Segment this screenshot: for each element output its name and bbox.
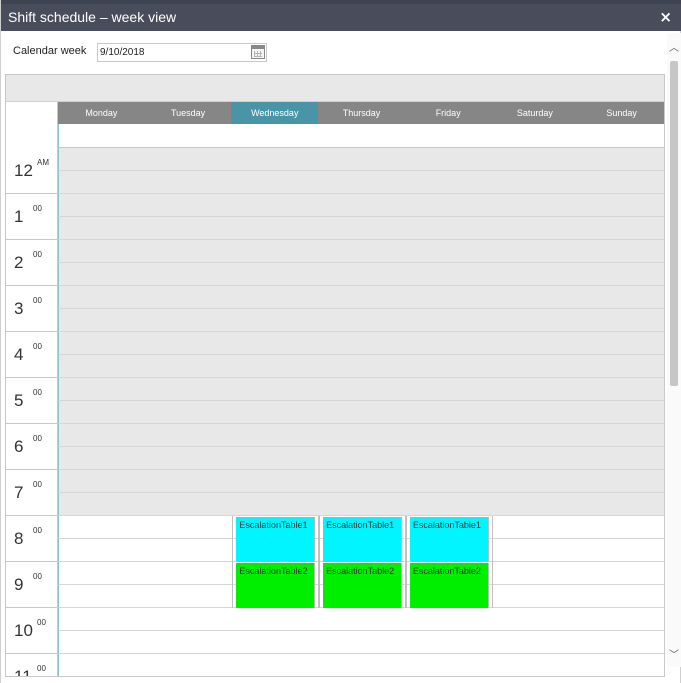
hour-label-cell: 1 00 [6,194,58,240]
hour-number: 9 [14,575,24,594]
hour-label-cell: 2 00 [6,240,58,286]
shift-event[interactable]: EscalationTable1 [323,517,402,562]
time-slot[interactable] [58,608,664,631]
time-slot[interactable] [58,424,664,447]
time-slot[interactable] [58,493,664,516]
shift-event[interactable]: EscalationTable2 [409,563,489,608]
hour-label-cell: 3 00 [6,286,58,332]
scrollbar-thumb[interactable] [670,61,678,386]
hour-suffix: 00 [33,204,42,213]
column-divider [232,516,234,608]
hour-suffix: 00 [33,480,42,489]
time-slot[interactable] [58,263,664,286]
time-slot[interactable] [58,654,664,676]
day-header-monday: Monday [85,108,118,118]
time-slot[interactable] [58,194,664,217]
day-header-sunday: Sunday [606,108,637,118]
day-header-thursday: Thursday [342,108,381,118]
hour-number: 5 [14,391,24,410]
day-header-friday: Friday [435,108,461,118]
time-slot[interactable] [58,447,664,470]
column-divider [491,516,493,608]
column-divider [405,516,407,608]
hour-suffix: 00 [33,388,42,397]
time-slot[interactable] [58,470,664,493]
hour-number: 8 [14,529,24,548]
vertical-scrollbar[interactable]: ︿ ﹀ [667,33,681,667]
hour-suffix: 00 [37,664,46,673]
hour-label-cell: 5 00 [6,378,58,424]
hour-suffix: 00 [33,526,42,535]
time-grid: 12 AM 1 00 2 00 3 00 4 00 5 00 6 00 7 00 8 00 9 00 10 00 11 00 E… [6,148,664,677]
hour-suffix: 00 [33,296,42,305]
hour-suffix: 00 [33,250,42,259]
hour-number: 4 [14,345,24,364]
shift-schedule-window: Shift schedule – week view × Calendar we… [0,0,681,683]
calendar-week-input[interactable]: 9/10/2018 [97,43,267,62]
hour-number: 10 [14,621,33,640]
day-header-saturday: Saturday [516,108,553,118]
hour-number: 12 [14,161,33,180]
hour-suffix: 00 [37,618,46,627]
time-slot[interactable] [58,171,664,194]
time-slot[interactable] [58,148,664,171]
hour-label-cell: 7 00 [6,470,58,516]
week-calendar: Monday Tuesday Wednesday Thursday Friday Satu… [5,74,665,677]
window-title: Shift schedule – week view [8,9,177,25]
time-slot[interactable] [58,378,664,401]
day-header-tuesday: Tuesday [170,108,206,118]
time-slot[interactable] [58,332,664,355]
hour-label-cell: 4 00 [6,332,58,378]
time-slot[interactable] [58,309,664,332]
time-slot[interactable] [58,217,664,240]
calendar-toolbar [6,75,664,102]
shift-event[interactable]: EscalationTable1 [236,517,316,562]
chevron-down-icon[interactable]: ﹀ [669,650,679,662]
hour-suffix: 00 [33,342,42,351]
hour-number: 6 [14,437,24,456]
hour-label-cell: 10 00 [6,608,58,654]
shift-event[interactable]: EscalationTable1 [409,517,489,562]
time-column-corner [6,102,58,149]
time-slot[interactable] [58,631,664,654]
hour-label-cell: 11 00 [6,654,58,677]
hour-number: 1 [14,207,24,226]
hour-number: 2 [14,253,24,272]
hour-number: 3 [14,299,24,318]
hour-suffix: 00 [33,572,42,581]
all-day-row[interactable] [58,124,664,148]
title-bar: Shift schedule – week view × [1,4,681,31]
column-divider [319,516,321,608]
chevron-up-icon[interactable]: ︿ [669,43,679,55]
time-slot[interactable] [58,401,664,424]
shift-event[interactable]: EscalationTable2 [236,563,316,608]
day-header-wednesday: Wednesday [231,102,319,124]
close-icon[interactable]: × [659,8,672,26]
time-slot[interactable] [58,355,664,378]
hour-label-cell: 9 00 [6,562,58,608]
hour-suffix: 00 [33,434,42,443]
calendar-icon[interactable] [251,45,265,59]
hour-suffix: AM [37,158,49,167]
hour-number: 11 [14,667,32,677]
hour-label-cell: 12 AM [6,148,58,194]
calendar-week-label: Calendar week [13,45,87,57]
hour-number: 7 [14,483,24,502]
time-slot[interactable] [58,286,664,309]
hour-label-cell: 6 00 [6,424,58,470]
time-slot[interactable] [58,240,664,263]
day-header-row: Monday Tuesday Wednesday Thursday Friday Satu… [58,102,664,124]
shift-event[interactable]: EscalationTable2 [323,563,402,608]
hour-label-cell: 8 00 [6,516,58,562]
